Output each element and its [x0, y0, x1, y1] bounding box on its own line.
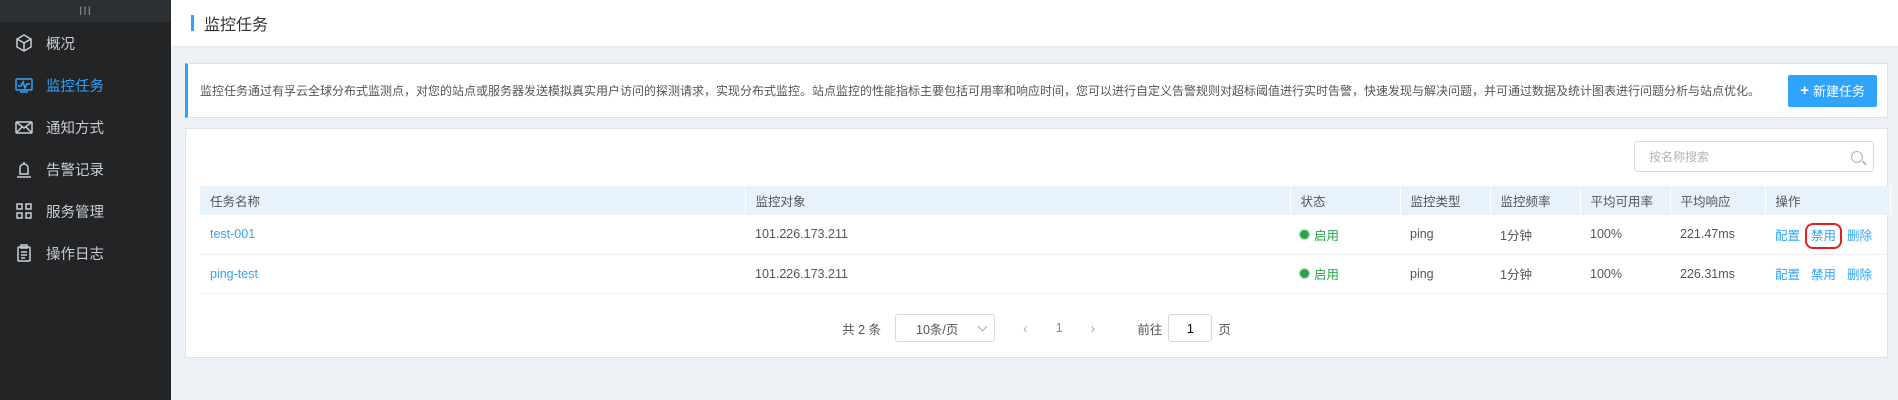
- plus-icon: +: [1800, 82, 1809, 99]
- availability-cell: 100%: [1580, 215, 1670, 255]
- column-header-target[interactable]: 监控对象: [745, 186, 1291, 215]
- title-accent-bar: [191, 15, 194, 31]
- task-name-link[interactable]: test-001: [210, 227, 255, 241]
- cube-icon: [14, 33, 34, 53]
- table-row: ping-test 101.226.173.211 启用 ping 1分钟 10…: [200, 254, 1890, 294]
- table-row: test-001 101.226.173.211 启用 ping 1分钟 100…: [200, 215, 1890, 255]
- sidebar-item-label: 操作日志: [46, 246, 104, 263]
- clipboard-icon: [14, 243, 34, 263]
- configure-link[interactable]: 配置: [1775, 268, 1800, 282]
- search-box[interactable]: [1634, 141, 1874, 172]
- status-dot-icon: [1300, 229, 1309, 239]
- response-cell: 221.47ms: [1670, 215, 1765, 255]
- page-size-select[interactable]: 10条/页: [895, 314, 996, 342]
- sidebar-item-service-management[interactable]: 服务管理: [0, 190, 171, 232]
- sidebar-item-notification[interactable]: 通知方式: [0, 106, 171, 148]
- frequency-cell: 1分钟: [1490, 215, 1580, 255]
- sidebar-item-overview[interactable]: 概况: [0, 22, 171, 64]
- configure-link[interactable]: 配置: [1775, 229, 1800, 243]
- actions-cell: 配置 禁用 删除: [1765, 254, 1890, 294]
- info-notice: 监控任务通过有孚云全球分布式监测点，对您的站点或服务器发送模拟真实用户访问的探测…: [185, 63, 1888, 118]
- sidebar-item-label: 服务管理: [46, 204, 104, 221]
- type-cell: ping: [1400, 215, 1490, 255]
- actions-cell: 配置 禁用 删除: [1765, 215, 1890, 255]
- column-header-response[interactable]: 平均响应: [1670, 186, 1766, 215]
- sidebar-item-label: 告警记录: [46, 162, 104, 179]
- goto-suffix: 页: [1218, 322, 1231, 337]
- sidebar: III 概况 监控任务 通知方式 告警记录 服务管理 操作日志: [0, 0, 171, 400]
- sidebar-item-label: 概况: [46, 36, 75, 53]
- column-header-actions: 操作: [1765, 186, 1891, 215]
- main-content: 监控任务 监控任务通过有孚云全球分布式监测点，对您的站点或服务器发送模拟真实用户…: [171, 0, 1898, 400]
- type-cell: ping: [1400, 254, 1490, 294]
- response-cell: 226.31ms: [1670, 254, 1765, 294]
- sidebar-item-operation-log[interactable]: 操作日志: [0, 232, 171, 274]
- delete-link[interactable]: 删除: [1847, 268, 1872, 282]
- status-text: 启用: [1314, 268, 1340, 282]
- prev-page-button[interactable]: ‹: [1023, 320, 1028, 336]
- table-header-row: 任务名称 监控对象 状态 监控类型 监控频率 平均可用率 平均响应 操作: [200, 186, 1891, 215]
- frequency-cell: 1分钟: [1490, 254, 1580, 294]
- task-name-link[interactable]: ping-test: [210, 267, 258, 281]
- status-badge: 启用: [1300, 264, 1339, 283]
- pagination: 共 2 条 10条/页 ‹ 1 › 前往 页: [186, 314, 1887, 342]
- sidebar-item-label: 监控任务: [46, 78, 104, 95]
- search-icon[interactable]: [1851, 150, 1863, 163]
- goto-page: 前往 页: [1137, 314, 1231, 342]
- monitor-icon: [14, 75, 34, 95]
- status-text: 启用: [1314, 228, 1340, 243]
- page-size-value: 10条/页: [916, 322, 959, 337]
- disable-link[interactable]: 禁用: [1805, 222, 1843, 249]
- goto-label: 前往: [1137, 322, 1163, 337]
- notice-text: 监控任务通过有孚云全球分布式监测点，对您的站点或服务器发送模拟真实用户访问的探测…: [200, 84, 1761, 98]
- task-list-panel: 任务名称 监控对象 状态 监控类型 监控频率 平均可用率 平均响应 操作 tes…: [185, 128, 1891, 358]
- delete-link[interactable]: 删除: [1847, 229, 1872, 243]
- disable-link[interactable]: 禁用: [1811, 268, 1836, 282]
- new-task-button[interactable]: + 新建任务: [1788, 74, 1877, 107]
- sidebar-item-monitor-tasks[interactable]: 监控任务: [0, 64, 171, 106]
- chevron-down-icon: [977, 321, 988, 332]
- column-header-name[interactable]: 任务名称: [200, 186, 746, 215]
- search-input[interactable]: [1649, 149, 1851, 164]
- alarm-icon: [14, 159, 34, 179]
- page-header: 监控任务: [171, 0, 1898, 47]
- next-page-button[interactable]: ›: [1091, 320, 1096, 336]
- status-badge: 启用: [1300, 225, 1339, 244]
- new-task-label: 新建任务: [1812, 84, 1865, 99]
- page-title: 监控任务: [204, 17, 269, 34]
- availability-cell: 100%: [1580, 254, 1670, 294]
- column-header-type[interactable]: 监控类型: [1400, 186, 1491, 215]
- sidebar-item-label: 通知方式: [46, 120, 104, 137]
- sidebar-item-alarm-records[interactable]: 告警记录: [0, 148, 171, 190]
- sidebar-collapse-handle[interactable]: III: [0, 0, 171, 22]
- goto-page-input[interactable]: [1168, 314, 1213, 342]
- task-table: 任务名称 监控对象 状态 监控类型 监控频率 平均可用率 平均响应 操作 tes…: [200, 186, 1891, 294]
- status-dot-icon: [1300, 269, 1309, 278]
- target-cell: 101.226.173.211: [745, 254, 1290, 294]
- column-header-status[interactable]: 状态: [1290, 186, 1401, 215]
- total-count: 共 2 条: [842, 322, 882, 337]
- column-header-frequency[interactable]: 监控频率: [1490, 186, 1581, 215]
- grid-icon: [14, 201, 34, 221]
- column-header-availability[interactable]: 平均可用率: [1580, 186, 1671, 215]
- target-cell: 101.226.173.211: [745, 215, 1290, 255]
- mail-icon: [14, 117, 34, 137]
- current-page-number[interactable]: 1: [1056, 321, 1063, 335]
